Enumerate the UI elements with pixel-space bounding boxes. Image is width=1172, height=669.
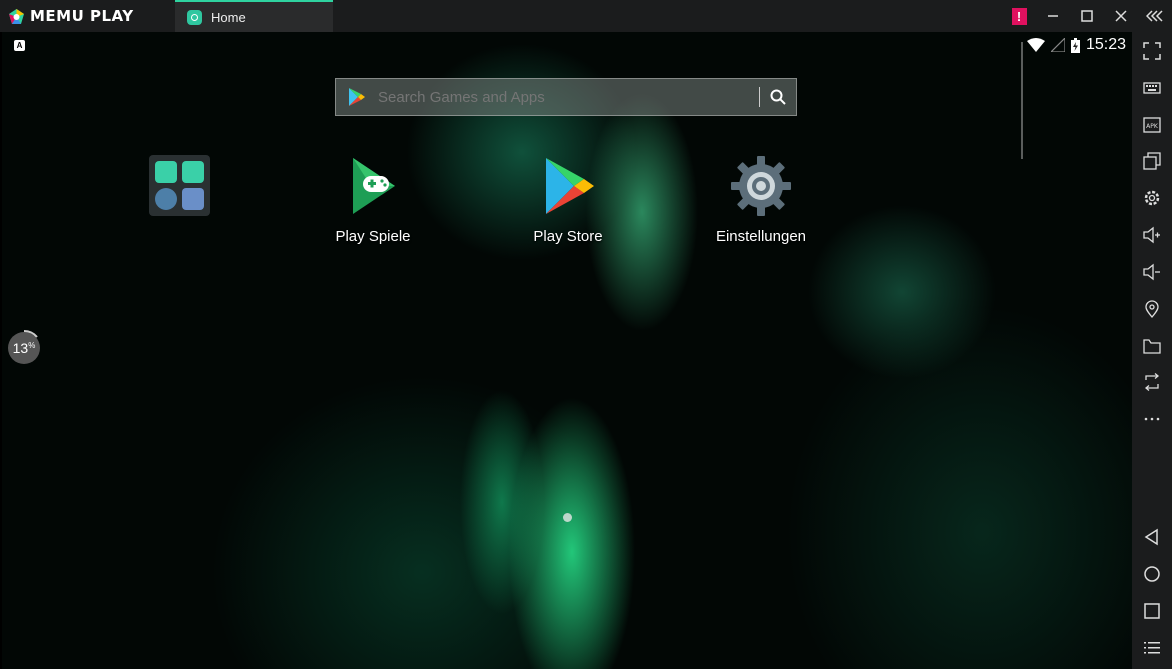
app-play-store[interactable]: Play Store — [508, 154, 628, 245]
maximize-button[interactable] — [1070, 0, 1104, 32]
search-bar[interactable] — [335, 78, 797, 116]
double-chevron-left-icon — [1146, 10, 1163, 22]
memu-logo: MEMU PLAY — [8, 7, 134, 25]
progress-ring-icon — [23, 329, 38, 338]
apk-icon: APK — [1143, 117, 1161, 133]
settings-button[interactable] — [1142, 188, 1162, 208]
rotate-icon — [1144, 373, 1160, 391]
search-divider — [759, 87, 760, 107]
settings-gear-icon — [731, 156, 791, 216]
location-button[interactable] — [1142, 299, 1162, 319]
play-store-icon — [546, 158, 594, 214]
android-screen[interactable]: A 15:23 Search Games and Apps Play Spiel… — [2, 32, 1132, 669]
notification-button[interactable]: ! — [1002, 0, 1036, 32]
more-button[interactable] — [1142, 409, 1162, 429]
tab-label: Home — [211, 9, 246, 25]
back-button[interactable] — [1142, 527, 1162, 547]
gear-icon — [1144, 190, 1160, 206]
search-input[interactable] — [376, 87, 759, 107]
app-play-games[interactable]: Play Spiele — [313, 154, 433, 245]
close-button[interactable] — [1104, 0, 1138, 32]
camera-mini-icon — [181, 187, 204, 210]
signal-icon — [1050, 38, 1065, 52]
fullscreen-button[interactable] — [1142, 41, 1162, 61]
app-label: Play Store — [533, 228, 603, 245]
play-store-small-icon — [349, 88, 365, 106]
battery-charging-icon — [1070, 37, 1080, 53]
folder-icon — [1143, 339, 1161, 354]
volume-down-button[interactable] — [1142, 262, 1162, 282]
minimize-button[interactable] — [1036, 0, 1070, 32]
svg-text:APK: APK — [1146, 123, 1159, 130]
scroll-indicator — [1021, 42, 1023, 159]
recent-apps-square-icon — [1144, 603, 1160, 619]
title-bar: MEMU PLAY Home ! — [0, 0, 1172, 32]
rotate-button[interactable] — [1142, 372, 1162, 392]
notification-badge: ! — [1011, 7, 1027, 25]
search-icon[interactable] — [770, 89, 786, 105]
volume-down-icon — [1143, 263, 1160, 281]
back-triangle-icon — [1144, 528, 1158, 546]
volume-up-icon — [1143, 226, 1160, 244]
apk-install-button[interactable]: APK — [1142, 115, 1162, 135]
app-label: Play Spiele — [335, 228, 411, 245]
fullscreen-icon — [1143, 42, 1161, 60]
maximize-icon — [1081, 10, 1093, 22]
play-games-icon — [353, 158, 395, 214]
collapse-sidebar-button[interactable] — [1138, 0, 1172, 32]
performance-indicator[interactable]: 13% — [8, 329, 40, 364]
right-toolbar: APK — [1132, 32, 1172, 669]
shared-folder-button[interactable] — [1142, 336, 1162, 356]
memu-logo-icon — [9, 8, 24, 24]
input-method-indicator: A — [14, 40, 25, 51]
close-icon — [1115, 10, 1127, 22]
menu-list-icon — [1144, 642, 1160, 654]
multi-window-button[interactable] — [1142, 151, 1162, 171]
more-dots-icon — [1144, 417, 1160, 421]
app-settings[interactable]: Einstellungen — [701, 154, 821, 245]
clock: 15:23 — [1085, 36, 1126, 53]
help-mini-icon — [181, 161, 204, 183]
volume-up-button[interactable] — [1142, 225, 1162, 245]
tab-home[interactable]: Home — [175, 0, 333, 32]
multi-window-icon — [1143, 152, 1161, 170]
app-label: Einstellungen — [715, 228, 807, 245]
app-title: MEMU PLAY — [30, 7, 134, 25]
browser-mini-icon — [155, 187, 177, 210]
keyboard-icon — [1143, 82, 1161, 94]
minimize-icon — [1048, 15, 1058, 17]
keyboard-mapping-button[interactable] — [1142, 78, 1162, 98]
recent-apps-button[interactable] — [1142, 601, 1162, 621]
home-tab-icon — [187, 9, 202, 25]
page-indicator-dot[interactable] — [563, 513, 572, 522]
wifi-icon — [1026, 38, 1045, 52]
status-bar: 15:23 — [1026, 36, 1126, 54]
home-circle-icon — [1144, 566, 1160, 582]
location-pin-icon — [1145, 300, 1159, 318]
home-button[interactable] — [1142, 564, 1162, 584]
menu-button[interactable] — [1142, 638, 1162, 658]
memu-launcher-mini-icon — [155, 161, 177, 183]
app-folder[interactable] — [149, 155, 210, 216]
